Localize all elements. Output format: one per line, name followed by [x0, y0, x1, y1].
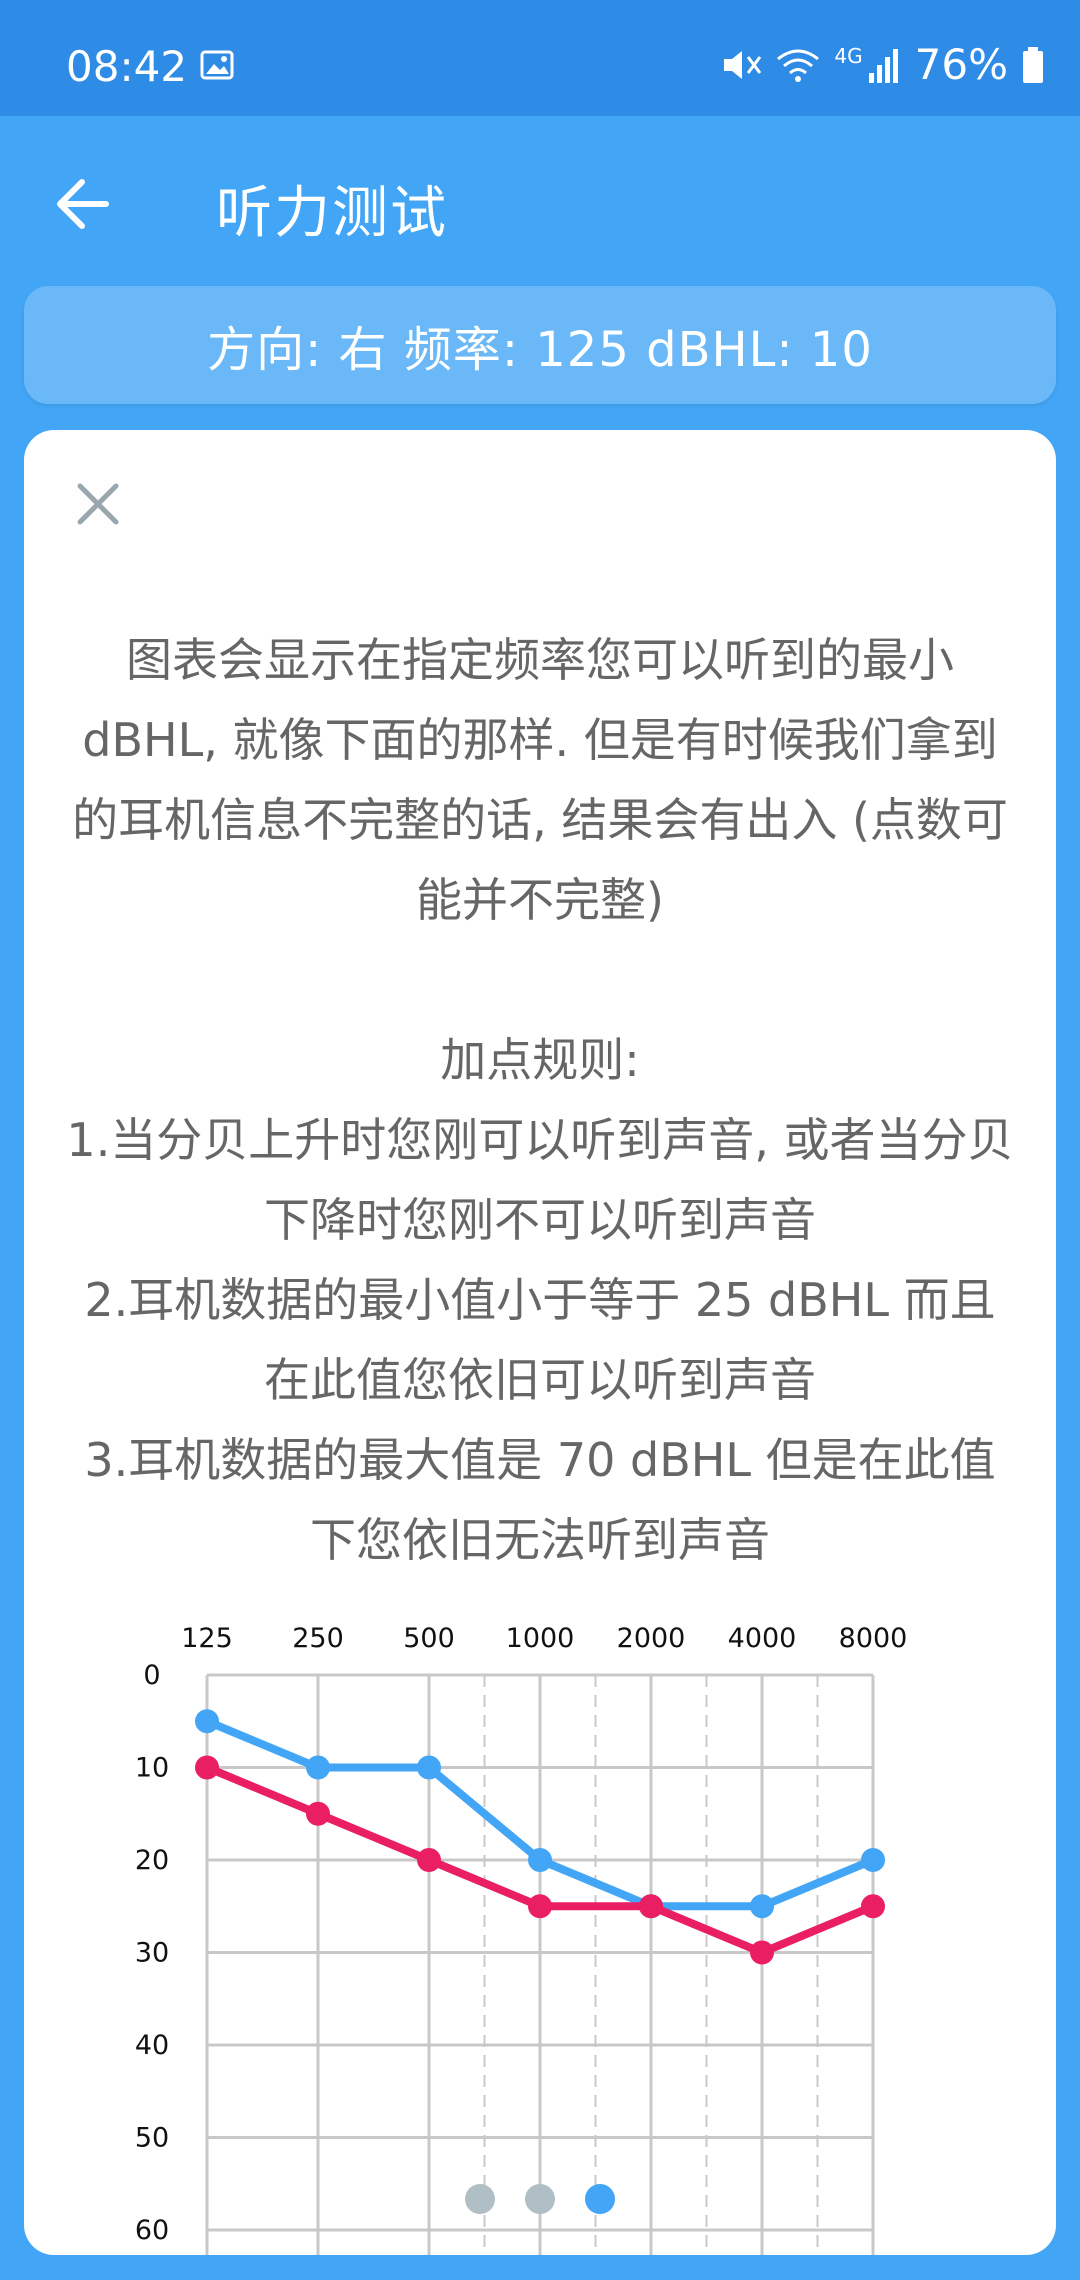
page-dot-3[interactable]	[585, 2184, 615, 2214]
status-time: 08:42	[66, 42, 188, 91]
image-icon	[200, 50, 234, 80]
help-dialog: 图表会显示在指定频率您可以听到的最小 dBHL, 就像下面的那样. 但是有时候我…	[24, 430, 1056, 2255]
x-tick-label: 2000	[617, 1623, 686, 1654]
series-point	[528, 1894, 552, 1919]
series-point	[195, 1755, 219, 1780]
test-info-bar: 方向: 右 频率: 125 dBHL: 10	[24, 286, 1056, 404]
series-point	[750, 1894, 774, 1919]
x-tick-label: 8000	[839, 1623, 908, 1654]
intro-text: 图表会显示在指定频率您可以听到的最小 dBHL, 就像下面的那样. 但是有时候我…	[72, 633, 1008, 927]
series-point	[861, 1848, 885, 1872]
dialog-description: 图表会显示在指定频率您可以听到的最小 dBHL, 就像下面的那样. 但是有时候我…	[64, 620, 1016, 1580]
audiogram-chart: 125 250 500 1000 2000 4000 8000 0 10 20 30 40 50 60	[24, 1600, 1056, 2255]
series-point	[639, 1894, 663, 1919]
audiogram-svg: 125 250 500 1000 2000 4000 8000 0 10 20 30 40 50 60	[135, 1623, 908, 2255]
rule-2: 2.耳机数据的最小值小于等于 25 dBHL 而且在此值您依旧可以听到声音	[84, 1273, 996, 1407]
page-dot-1[interactable]	[465, 2184, 495, 2214]
x-tick-label: 250	[292, 1623, 344, 1654]
series-point	[417, 1755, 441, 1780]
series-point	[417, 1848, 441, 1872]
x-tick-label: 4000	[728, 1623, 797, 1654]
y-tick-label: 20	[135, 1845, 169, 1876]
series-point	[750, 1940, 774, 1965]
wifi-icon	[777, 49, 820, 82]
status-bar: 08:42 4G 76%	[0, 0, 1080, 116]
test-info-text: 方向: 右 频率: 125 dBHL: 10	[207, 322, 873, 378]
rule-3: 3.耳机数据的最大值是 70 dBHL 但是在此值下您依旧无法听到声音	[84, 1433, 996, 1567]
x-tick-label: 125	[181, 1623, 233, 1654]
mute-icon	[724, 50, 762, 79]
series-point	[195, 1709, 219, 1734]
arrow-left-icon[interactable]	[48, 168, 120, 240]
network-type: 4G	[834, 43, 863, 68]
close-icon[interactable]	[68, 474, 128, 534]
y-tick-label: 60	[135, 2215, 169, 2246]
y-tick-label: 0	[143, 1660, 160, 1691]
battery-text: 76%	[914, 40, 1008, 89]
series-point	[861, 1894, 885, 1919]
page-title: 听力测试	[216, 181, 448, 246]
x-tick-label: 500	[403, 1623, 455, 1654]
page-indicator	[24, 2184, 1056, 2218]
app-bar: 听力测试	[0, 116, 1080, 286]
y-tick-label: 10	[135, 1753, 169, 1784]
battery-icon	[1023, 46, 1043, 83]
series-point	[528, 1848, 552, 1872]
y-tick-label: 40	[135, 2030, 169, 2061]
rules-title: 加点规则:	[440, 1033, 640, 1087]
x-tick-label: 1000	[506, 1623, 575, 1654]
y-tick-label: 30	[135, 1938, 169, 1969]
y-tick-label: 50	[135, 2123, 169, 2154]
series-point	[306, 1755, 330, 1780]
rule-1: 1.当分贝上升时您刚可以听到声音, 或者当分贝下降时您刚不可以听到声音	[66, 1113, 1014, 1247]
signal-icon	[868, 48, 898, 83]
series-point	[306, 1801, 330, 1826]
page-dot-2[interactable]	[525, 2184, 555, 2214]
